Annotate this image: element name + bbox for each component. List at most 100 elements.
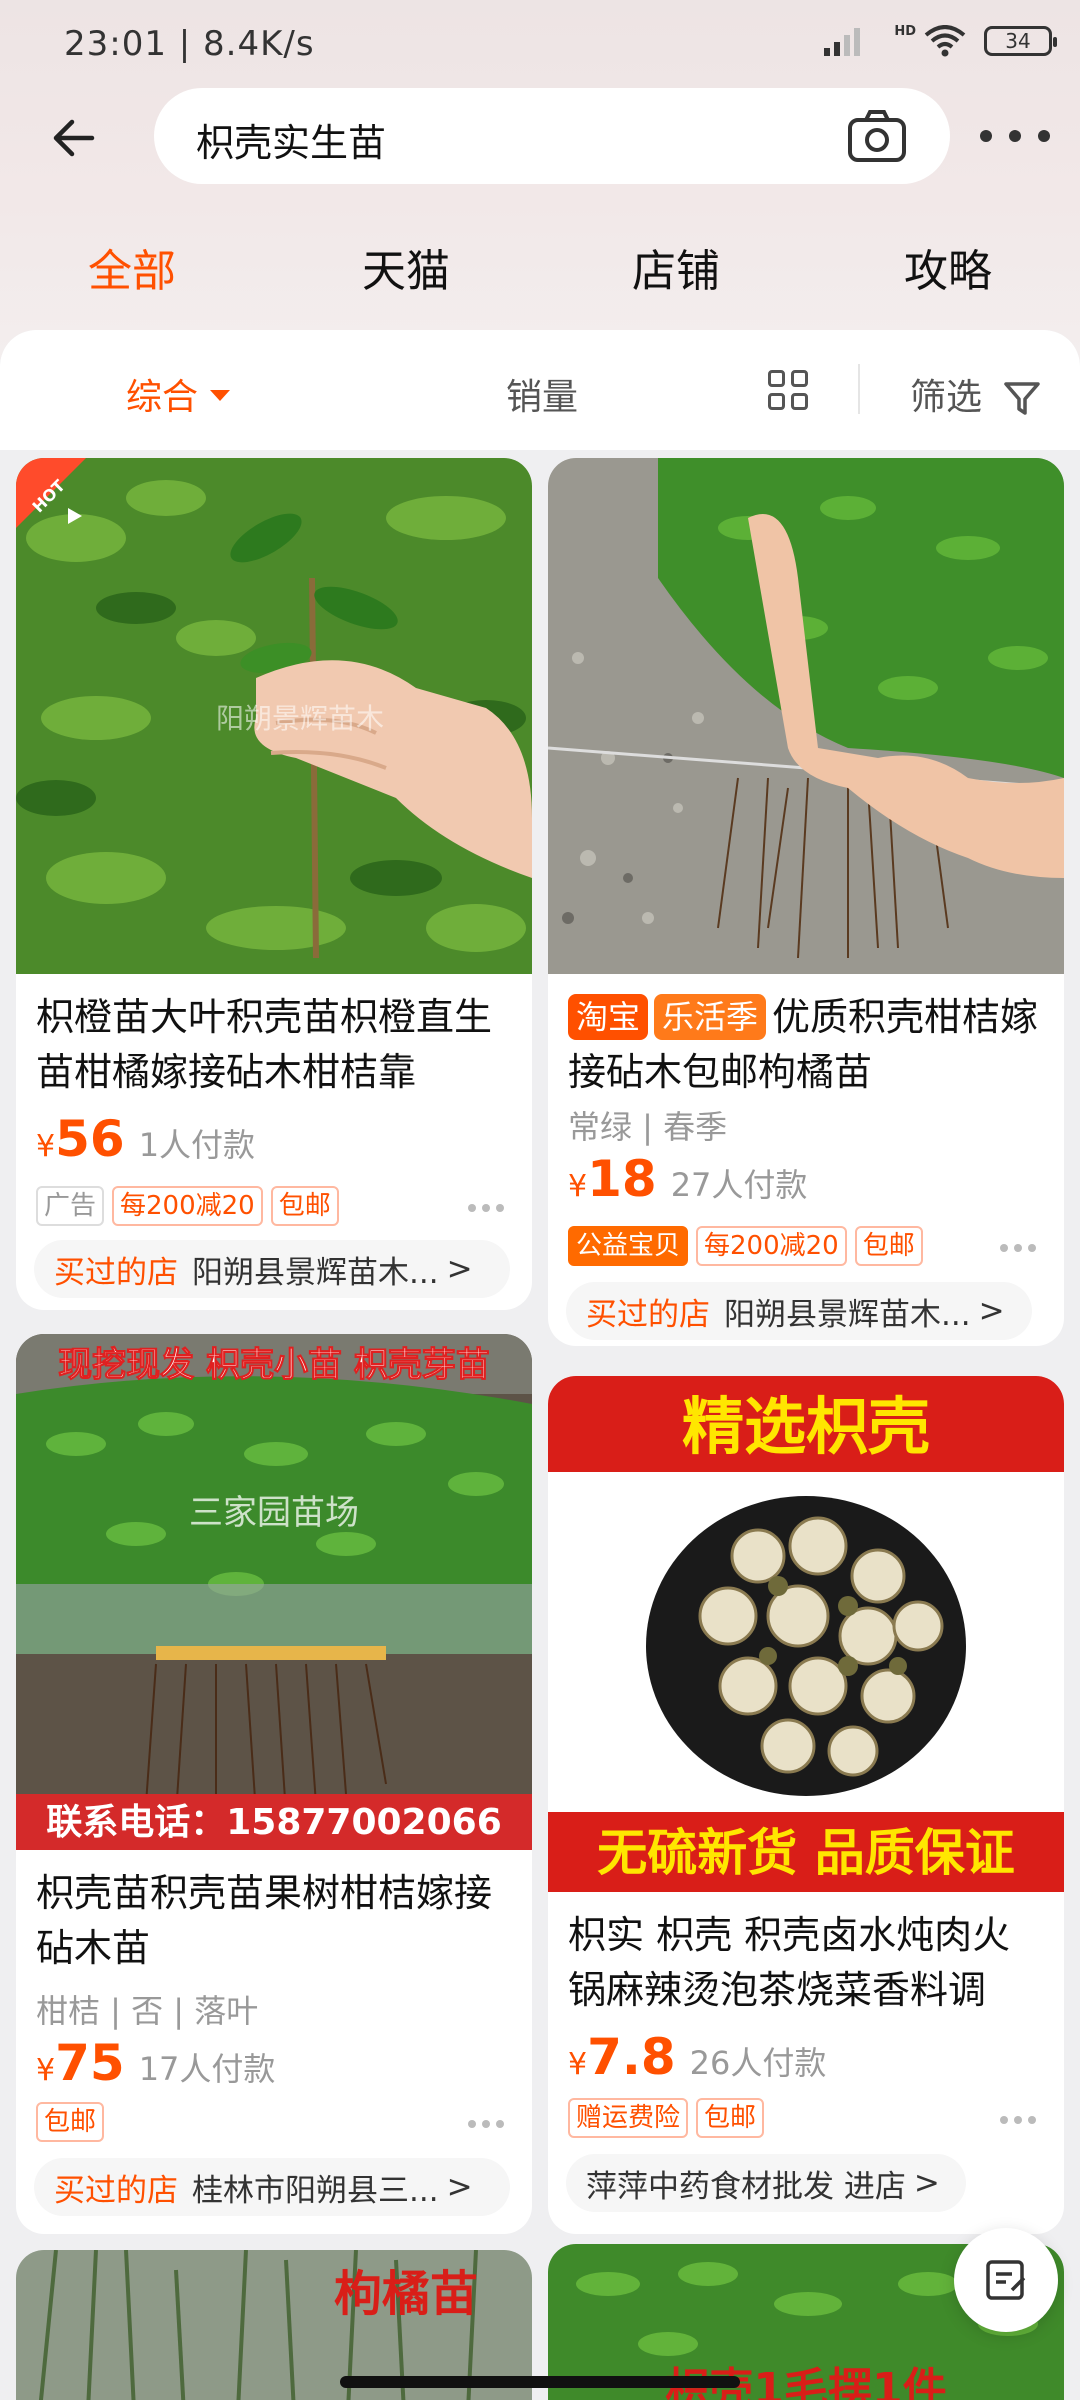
product-price: 56 bbox=[55, 1110, 125, 1168]
tab-shops[interactable]: 店铺 bbox=[632, 235, 720, 299]
chevron-right-icon: > bbox=[446, 2169, 473, 2205]
shop-name: 阳朔县景辉苗木... bbox=[724, 1296, 971, 1333]
product-card[interactable]: 阳朔景辉苗木 HOT 枳橙苗大叶积壳苗枳橙直生苗柑橘嫁接砧木柑桔靠 ¥ 56 1… bbox=[16, 458, 532, 1310]
product-attributes: 常绿 | 春季 bbox=[568, 1108, 728, 1146]
network-type-label: HD bbox=[894, 23, 916, 39]
shop-name: 桂林市阳朔县三... bbox=[192, 2172, 439, 2209]
seedling-bundle-photo bbox=[548, 458, 1064, 974]
filter-button[interactable]: 筛选 bbox=[910, 368, 1041, 420]
image-header-text: 精选枳壳 bbox=[682, 1390, 930, 1463]
tab-guides[interactable]: 攻略 bbox=[904, 235, 992, 299]
paid-count: 1人付款 bbox=[138, 1126, 256, 1164]
shop-link[interactable]: 买过的店 阳朔县景辉苗木... > bbox=[34, 1240, 510, 1298]
badges: 公益宝贝 每200减20 包邮 bbox=[568, 1226, 923, 1266]
shop-prefix: 买过的店 bbox=[54, 1254, 178, 1291]
image-header-text: 枸橘苗 bbox=[334, 2266, 478, 2322]
seedling-photo: 阳朔景辉苗木 HOT bbox=[16, 458, 532, 974]
price-row: ¥ 75 17人付款 bbox=[36, 2034, 275, 2092]
price-row: ¥ 18 27人付款 bbox=[568, 1150, 807, 1208]
price-row: ¥ 56 1人付款 bbox=[36, 1110, 255, 1168]
shop-name: 萍萍中药食材批发 进店 bbox=[586, 2168, 906, 2205]
image-banner-text: 现挖现发 枳壳小苗 枳壳芽苗 bbox=[58, 1345, 490, 1385]
dried-citrus-slices-photo: 精选枳壳 无硫新货 品质保证 bbox=[548, 1376, 1064, 1892]
promo-tag: 乐活季 bbox=[654, 994, 767, 1040]
battery-icon: 34 bbox=[984, 26, 1057, 56]
wifi-icon bbox=[924, 25, 966, 57]
ad-badge: 广告 bbox=[36, 1186, 105, 1226]
product-attributes: 柑桔 | 否 | 落叶 bbox=[36, 1992, 259, 2030]
free-shipping-badge: 包邮 bbox=[270, 1186, 339, 1226]
more-dots-icon[interactable] bbox=[1000, 1244, 1036, 1252]
shop-name: 阳朔县景辉苗木... bbox=[192, 1254, 439, 1291]
image-watermark: 三家园苗场 bbox=[189, 1493, 359, 1533]
image-footer-text: 无硫新货 品质保证 bbox=[597, 1824, 1014, 1882]
product-card[interactable]: 精选枳壳 无硫新货 品质保证 枳实 枳壳 积壳卤水炖肉火锅麻辣烫泡茶烧菜香料调 … bbox=[548, 1376, 1064, 2234]
product-image[interactable] bbox=[548, 458, 1064, 974]
tab-all[interactable]: 全部 bbox=[88, 235, 176, 299]
free-shipping-badge: 包邮 bbox=[696, 2098, 765, 2138]
product-card[interactable]: 淘宝 乐活季 优质积壳柑桔嫁接砧木包邮枸橘苗 常绿 | 春季 ¥ 18 27人付款 … bbox=[548, 458, 1064, 1346]
status-bar: 23:01 | 8.4K/s HD 34 bbox=[0, 0, 1080, 90]
edit-note-icon bbox=[986, 2260, 1026, 2300]
camera-icon[interactable] bbox=[846, 108, 908, 164]
chevron-right-icon: > bbox=[446, 1251, 473, 1287]
more-dots-icon[interactable] bbox=[468, 2120, 504, 2128]
paid-count: 26人付款 bbox=[689, 2044, 827, 2082]
shop-link[interactable]: 买过的店 阳朔县景辉苗木... > bbox=[566, 1282, 1032, 1340]
feedback-button[interactable] bbox=[954, 2228, 1058, 2332]
taobao-tag: 淘宝 bbox=[568, 994, 649, 1040]
product-title[interactable]: 淘宝 乐活季 优质积壳柑桔嫁接砧木包邮枸橘苗 bbox=[568, 990, 1046, 1100]
shop-prefix: 买过的店 bbox=[586, 1296, 710, 1333]
tab-tmall[interactable]: 天猫 bbox=[362, 235, 450, 299]
more-dots-icon[interactable] bbox=[468, 1204, 504, 1212]
shop-link[interactable]: 买过的店 桂林市阳朔县三... > bbox=[34, 2158, 510, 2216]
search-box[interactable]: 枳壳实生苗 bbox=[154, 88, 950, 184]
search-tabs: 全部 天猫 店铺 攻略 bbox=[0, 235, 1080, 305]
free-shipping-badge: 包邮 bbox=[854, 1226, 923, 1266]
product-price: 75 bbox=[55, 2034, 125, 2092]
discount-badge: 每200减20 bbox=[112, 1186, 263, 1226]
paid-count: 27人付款 bbox=[670, 1166, 808, 1204]
signal-icon bbox=[824, 28, 861, 56]
badges: 广告 每200减20 包邮 bbox=[36, 1186, 339, 1226]
sort-comprehensive[interactable]: 综合 bbox=[126, 368, 231, 420]
charity-badge: 公益宝贝 bbox=[568, 1226, 689, 1266]
chevron-right-icon: > bbox=[913, 2165, 940, 2201]
filter-funnel-icon bbox=[1004, 382, 1041, 415]
back-arrow-icon[interactable] bbox=[48, 110, 104, 166]
shop-link[interactable]: 萍萍中药食材批发 进店 > bbox=[566, 2154, 966, 2212]
product-card[interactable]: 现挖现发 枳壳小苗 枳壳芽苗 三家园苗场 联系电话：15877002066 枳壳… bbox=[16, 1334, 532, 2234]
more-dots-icon[interactable] bbox=[1000, 2116, 1036, 2124]
home-indicator[interactable] bbox=[340, 2376, 740, 2388]
product-title[interactable]: 枳壳苗积壳苗果树柑桔嫁接砧木苗 bbox=[36, 1866, 514, 1976]
currency-symbol: ¥ bbox=[568, 2047, 588, 2082]
free-shipping-badge: 包邮 bbox=[36, 2102, 105, 2142]
currency-symbol: ¥ bbox=[568, 1169, 588, 1204]
sort-divider bbox=[858, 364, 860, 414]
currency-symbol: ¥ bbox=[36, 1129, 56, 1164]
image-phone-text: 联系电话：15877002066 bbox=[46, 1802, 502, 1843]
dropdown-triangle-icon bbox=[210, 389, 231, 401]
badges: 包邮 bbox=[36, 2102, 105, 2142]
status-icons: HD 34 bbox=[822, 23, 1057, 58]
product-image[interactable]: 现挖现发 枳壳小苗 枳壳芽苗 三家园苗场 联系电话：15877002066 bbox=[16, 1334, 532, 1850]
product-title[interactable]: 枳实 枳壳 积壳卤水炖肉火锅麻辣烫泡茶烧菜香料调 bbox=[568, 1908, 1046, 2018]
product-price: 7.8 bbox=[587, 2028, 676, 2086]
currency-symbol: ¥ bbox=[36, 2053, 56, 2088]
filter-label: 筛选 bbox=[910, 377, 983, 418]
product-price: 18 bbox=[587, 1150, 657, 1208]
product-title[interactable]: 枳橙苗大叶积壳苗枳橙直生苗柑橘嫁接砧木柑桔靠 bbox=[36, 990, 514, 1100]
chevron-right-icon: > bbox=[978, 1293, 1005, 1329]
search-query[interactable]: 枳壳实生苗 bbox=[196, 112, 386, 167]
product-image[interactable]: 精选枳壳 无硫新货 品质保证 bbox=[548, 1376, 1064, 1892]
badges: 赠运费险 包邮 bbox=[568, 2098, 765, 2138]
seedling-bundle-photo: 现挖现发 枳壳小苗 枳壳芽苗 三家园苗场 联系电话：15877002066 bbox=[16, 1334, 532, 1850]
paid-count: 17人付款 bbox=[138, 2050, 276, 2088]
sort-sales[interactable]: 销量 bbox=[506, 368, 578, 420]
image-watermark: 阳朔景辉苗木 bbox=[216, 702, 384, 735]
sort-bar: 综合 销量 筛选 bbox=[0, 330, 1080, 450]
grid-view-icon[interactable] bbox=[768, 370, 808, 410]
shipping-insurance-badge: 赠运费险 bbox=[568, 2098, 689, 2138]
more-options-icon[interactable] bbox=[980, 116, 1050, 156]
product-image[interactable]: 阳朔景辉苗木 HOT bbox=[16, 458, 532, 974]
